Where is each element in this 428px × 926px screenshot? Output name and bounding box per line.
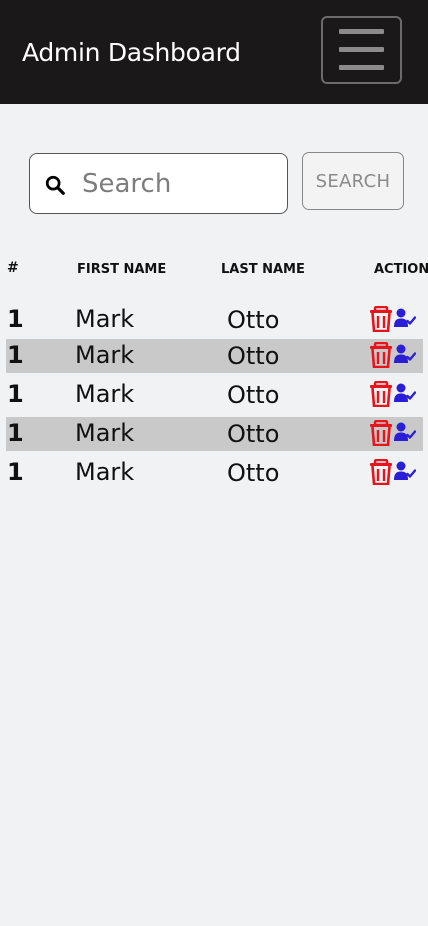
row-first-name: Mark <box>75 458 135 486</box>
search-box[interactable] <box>29 153 288 214</box>
trash-icon[interactable] <box>369 342 393 368</box>
table-row: 1 Mark Otto <box>6 456 423 490</box>
row-first-name: Mark <box>75 380 135 408</box>
trash-icon[interactable] <box>369 459 393 485</box>
row-number: 1 <box>7 305 24 333</box>
column-header-action: ACTION <box>374 262 428 277</box>
search-button[interactable]: SEARCH <box>302 152 404 210</box>
trash-icon[interactable] <box>369 420 393 446</box>
hamburger-bar <box>339 65 384 70</box>
row-last-name: Otto <box>227 306 280 334</box>
row-first-name: Mark <box>75 305 135 333</box>
user-check-icon[interactable] <box>394 344 416 364</box>
column-header-first-name: FIRST NAME <box>77 262 167 277</box>
user-check-icon[interactable] <box>394 383 416 403</box>
row-number: 1 <box>7 341 24 369</box>
hamburger-menu-button[interactable] <box>321 16 402 84</box>
column-header-number: # <box>7 260 19 276</box>
table-row: 1 Mark Otto <box>6 378 423 412</box>
search-icon <box>45 175 65 195</box>
column-header-last-name: LAST NAME <box>221 262 305 277</box>
row-last-name: Otto <box>227 420 280 448</box>
row-last-name: Otto <box>227 342 280 370</box>
row-last-name: Otto <box>227 459 280 487</box>
user-check-icon[interactable] <box>394 422 416 442</box>
row-last-name: Otto <box>227 381 280 409</box>
row-number: 1 <box>7 458 24 486</box>
table-row: 1 Mark Otto <box>6 303 423 337</box>
user-check-icon[interactable] <box>394 461 416 481</box>
row-number: 1 <box>7 419 24 447</box>
row-first-name: Mark <box>75 341 135 369</box>
user-check-icon[interactable] <box>394 308 416 328</box>
search-input[interactable] <box>82 162 280 206</box>
table-row: 1 Mark Otto <box>6 339 423 373</box>
row-first-name: Mark <box>75 419 135 447</box>
hamburger-bar <box>339 47 384 52</box>
trash-icon[interactable] <box>369 306 393 332</box>
top-navbar: Admin Dashboard <box>0 0 428 104</box>
row-number: 1 <box>7 380 24 408</box>
table-row: 1 Mark Otto <box>6 417 423 451</box>
app-title: Admin Dashboard <box>22 38 241 67</box>
trash-icon[interactable] <box>369 381 393 407</box>
hamburger-menu-icon <box>339 29 384 34</box>
